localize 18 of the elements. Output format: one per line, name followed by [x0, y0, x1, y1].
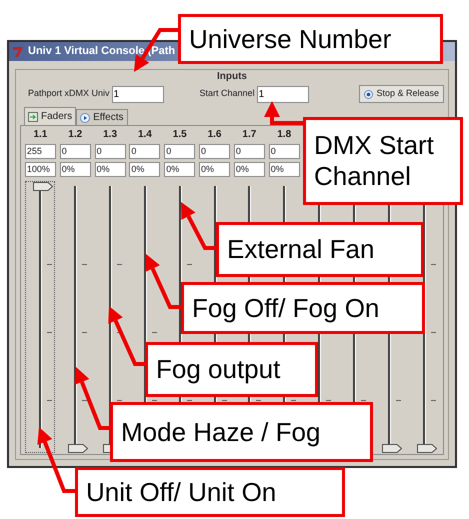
universe-label: Pathport xDMX Univ — [28, 87, 110, 100]
start-channel-label: Start Channel — [200, 87, 255, 100]
group-title: Inputs — [217, 70, 247, 84]
callout-tooltip: Fog output — [145, 342, 318, 397]
callout-tooltip: DMX Start Channel — [303, 117, 463, 205]
callout-tooltip: Fog Off/ Fog On — [181, 282, 425, 334]
channel-label: 1.3 — [103, 128, 118, 142]
channel-label: 1.8 — [277, 128, 292, 142]
channel-label: 1.5 — [172, 128, 187, 142]
channel-label: 1.4 — [138, 128, 152, 142]
callout-tooltip: Mode Haze / Fog — [110, 402, 373, 462]
channel-label: 1.6 — [208, 128, 222, 142]
callout-tooltip: Universe Number — [178, 14, 443, 64]
channel-label: 1.2 — [68, 128, 82, 142]
channel-label: 1.7 — [242, 128, 256, 142]
channel-label: 1.1 — [33, 128, 48, 142]
callout-tooltip: Unit Off/ Unit On — [75, 467, 345, 517]
callout-tooltip: External Fan — [216, 222, 424, 277]
